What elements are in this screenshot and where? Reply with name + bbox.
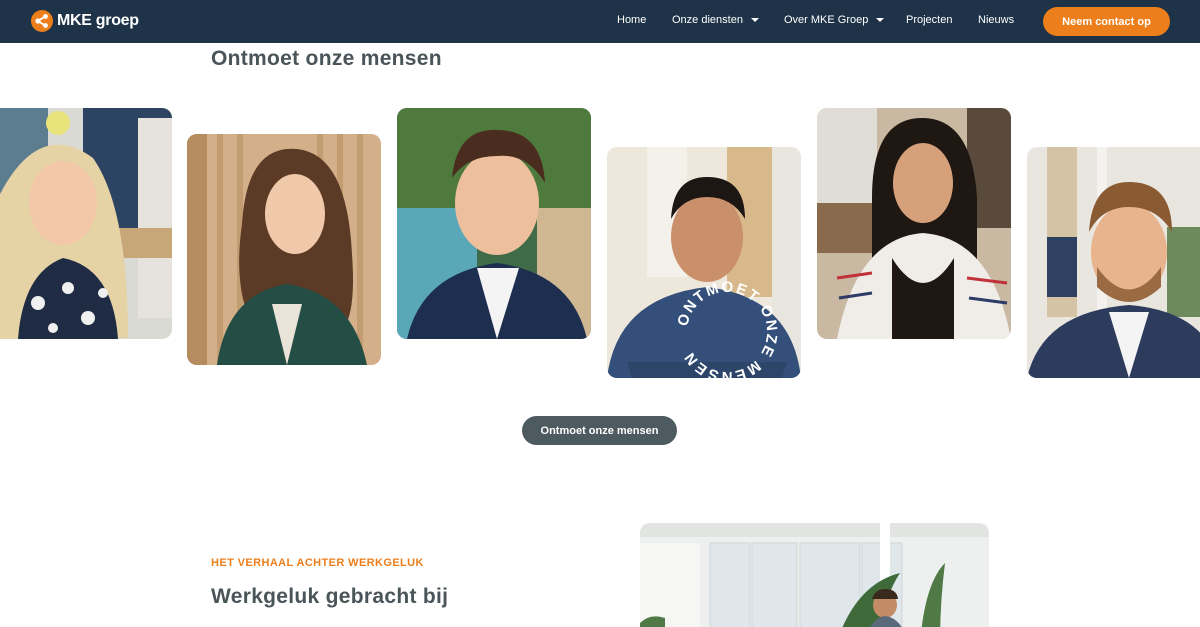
nav-item-onze-diensten[interactable]: Onze diensten [672, 14, 759, 26]
meet-our-people-badge: ONTMOET ONZE MENSEN [674, 279, 780, 385]
nav-item-label: Nieuws [978, 14, 1015, 26]
chevron-down-icon [876, 18, 885, 22]
nav-item-nieuws[interactable]: Nieuws [978, 14, 1014, 26]
team-photo-6[interactable] [1027, 147, 1200, 378]
nav-item-label: Over MKE Groep [784, 14, 869, 26]
nav-item-label: Projecten [906, 14, 953, 26]
svg-text:ONTMOET ONZE MENSEN: ONTMOET ONZE MENSEN [674, 279, 780, 385]
meet-our-people-button[interactable]: Ontmoet onze mensen [522, 416, 677, 445]
nav-item-over-mke-groep[interactable]: Over MKE Groep [784, 14, 885, 26]
site-logo[interactable]: MKE groep [31, 10, 139, 32]
badge-text: ONTMOET ONZE MENSEN [674, 279, 778, 385]
site-header: MKE groep Home Onze diensten Over MKE Gr… [0, 0, 1200, 43]
nav-item-label: Home [617, 14, 647, 26]
team-section-title: Ontmoet onze mensen [211, 47, 442, 70]
nav-item-home[interactable]: Home [617, 14, 646, 26]
team-photo-5[interactable] [817, 108, 1011, 339]
werkgeluk-eyebrow: HET VERHAAL ACHTER WERKGELUK [211, 557, 424, 569]
nav-item-projecten[interactable]: Projecten [906, 14, 952, 26]
nav-item-label: Onze diensten [672, 14, 743, 26]
logo-wordmark: MKE groep [57, 12, 139, 29]
share-node-icon [31, 10, 53, 32]
office-photo [640, 523, 989, 627]
team-photo-3[interactable] [397, 108, 591, 339]
team-photo-2[interactable] [187, 134, 381, 365]
werkgeluk-title: Werkgeluk gebracht bij [211, 585, 449, 608]
chevron-down-icon [750, 18, 759, 22]
contact-button[interactable]: Neem contact op [1043, 7, 1170, 36]
team-photo-1[interactable] [0, 108, 172, 339]
